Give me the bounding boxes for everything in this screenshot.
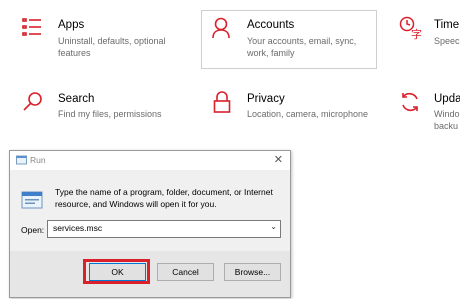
settings-tile-apps[interactable]: Apps Uninstall, defaults, optional featu…	[0, 0, 190, 70]
run-titlebar[interactable]: Run ✕	[10, 151, 290, 170]
settings-tile-update[interactable]: Updat Windo backu	[395, 80, 460, 140]
open-label: Open:	[21, 225, 45, 235]
ok-button-highlight	[83, 259, 150, 284]
privacy-title: Privacy	[247, 93, 285, 105]
run-prompt: Type the name of a program, folder, docu…	[55, 186, 273, 210]
browse-button[interactable]: Browse...	[224, 263, 281, 281]
svg-text:字: 字	[411, 27, 422, 40]
time-desc-1: Speech	[434, 36, 460, 46]
run-small-icon	[16, 155, 27, 165]
apps-desc-1: Uninstall, defaults, optional	[58, 36, 166, 46]
apps-desc-2: features	[58, 48, 91, 58]
run-dialog: Run ✕ Type the name of a program, folder…	[9, 150, 291, 298]
open-combobox[interactable]: services.msc ⌄	[47, 220, 281, 238]
search-desc-1: Find my files, permissions	[58, 109, 162, 119]
settings-tile-privacy[interactable]: Privacy Location, camera, microphone	[201, 80, 381, 140]
run-program-icon	[21, 191, 43, 209]
time-title: Time &	[434, 19, 460, 31]
search-title: Search	[58, 93, 95, 105]
person-icon	[212, 17, 230, 39]
lock-icon	[213, 91, 231, 113]
cancel-button[interactable]: Cancel	[157, 263, 214, 281]
chevron-down-icon[interactable]: ⌄	[270, 222, 277, 231]
close-icon[interactable]: ✕	[274, 153, 283, 166]
update-desc-1: Windo	[434, 109, 460, 119]
apps-title: Apps	[58, 19, 85, 31]
accounts-desc-1: Your accounts, email, sync,	[247, 36, 357, 46]
apps-list-icon	[22, 18, 41, 36]
update-desc-2: backu	[434, 121, 459, 131]
open-input-value[interactable]: services.msc	[53, 223, 102, 233]
time-language-icon: 字	[399, 16, 422, 40]
search-icon	[23, 92, 42, 111]
update-title: Updat	[434, 93, 460, 105]
accounts-desc-2: work, family	[247, 48, 295, 58]
privacy-desc-1: Location, camera, microphone	[247, 109, 369, 119]
settings-tile-time-language[interactable]: 字 Time & Speech	[395, 0, 460, 70]
accounts-title: Accounts	[247, 19, 295, 31]
run-prompt-line-1: Type the name of a program, folder, docu…	[55, 187, 273, 197]
run-title: Run	[30, 155, 46, 165]
run-prompt-line-2: resource, and Windows will open it for y…	[55, 199, 217, 209]
refresh-icon	[402, 92, 418, 112]
settings-tile-search[interactable]: Search Find my files, permissions	[0, 80, 190, 140]
